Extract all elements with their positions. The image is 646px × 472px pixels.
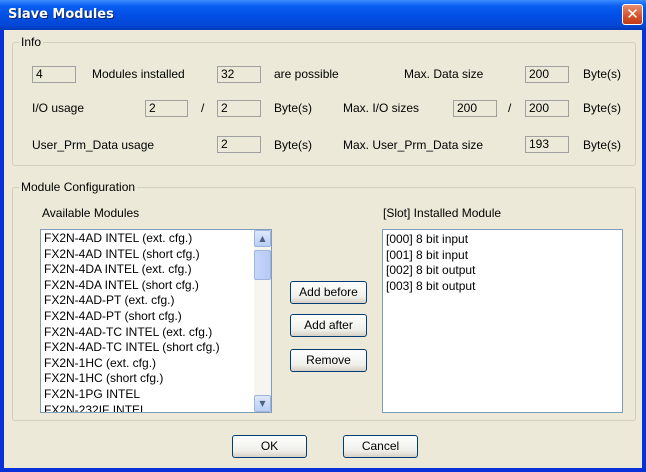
user-prm-data-usage-unit: Byte(s) [274, 138, 313, 152]
available-module-item[interactable]: FX2N-1HC (short cfg.) [42, 371, 253, 387]
modules-installed-label: Modules installed [92, 67, 185, 81]
user-prm-data-usage-field: 2 [217, 136, 261, 153]
available-module-item[interactable]: FX2N-232IF INTEL [42, 403, 253, 412]
io-usage-unit: Byte(s) [274, 101, 313, 115]
available-module-item[interactable]: FX2N-1HC (ext. cfg.) [42, 356, 253, 372]
remove-button[interactable]: Remove [290, 349, 367, 372]
modules-installed-field: 4 [32, 66, 76, 83]
close-button[interactable]: ✕ [622, 4, 643, 25]
io-usage-label: I/O usage [32, 101, 85, 115]
scroll-thumb[interactable] [254, 250, 271, 280]
available-module-item[interactable]: FX2N-4AD-TC INTEL (ext. cfg.) [42, 325, 253, 341]
available-modules-scrollbar[interactable]: ▲ ▼ [254, 230, 271, 412]
max-io-sizes-label: Max. I/O sizes [343, 101, 420, 115]
io-usage-total-field: 2 [217, 100, 261, 117]
available-module-item[interactable]: FX2N-4AD-PT (ext. cfg.) [42, 293, 253, 309]
available-module-item[interactable]: FX2N-4AD INTEL (short cfg.) [42, 247, 253, 263]
available-module-item[interactable]: FX2N-4DA INTEL (ext. cfg.) [42, 262, 253, 278]
max-io-separator: / [508, 101, 512, 115]
user-prm-data-usage-label: User_Prm_Data usage [32, 138, 155, 152]
max-io-size-field-2: 200 [525, 100, 569, 117]
add-before-button[interactable]: Add before [290, 281, 367, 304]
available-module-item[interactable]: FX2N-4AD-TC INTEL (short cfg.) [42, 340, 253, 356]
available-module-item[interactable]: FX2N-4DA INTEL (short cfg.) [42, 278, 253, 294]
possible-field: 32 [217, 66, 261, 83]
window-title: Slave Modules [8, 7, 114, 22]
max-io-size-field-1: 200 [453, 100, 497, 117]
installed-module-item[interactable]: [000] 8 bit input [384, 232, 621, 248]
max-data-size-field: 200 [525, 66, 569, 83]
io-usage-field: 2 [145, 100, 188, 117]
max-user-prm-data-size-field: 193 [525, 136, 569, 153]
max-data-size-unit: Byte(s) [583, 67, 622, 81]
installed-module-label: [Slot] Installed Module [383, 206, 502, 220]
max-io-unit: Byte(s) [583, 101, 622, 115]
available-modules-label: Available Modules [42, 206, 140, 220]
possible-label: are possible [274, 67, 339, 81]
installed-modules-list[interactable]: [000] 8 bit input [001] 8 bit input [002… [382, 229, 623, 413]
installed-modules-items: [000] 8 bit input [001] 8 bit input [002… [384, 232, 621, 294]
available-module-item[interactable]: FX2N-4AD INTEL (ext. cfg.) [42, 231, 253, 247]
available-module-item[interactable]: FX2N-1PG INTEL [42, 387, 253, 403]
title-bar[interactable]: Slave Modules ✕ [0, 0, 646, 30]
available-module-item[interactable]: FX2N-4AD-PT (short cfg.) [42, 309, 253, 325]
max-user-prm-data-size-label: Max. User_Prm_Data size [343, 138, 484, 152]
scroll-up-icon[interactable]: ▲ [254, 230, 271, 247]
dialog-client-area: Info 4 Modules installed 32 are possible… [4, 30, 642, 468]
module-configuration-label: Module Configuration [19, 180, 138, 194]
installed-module-item[interactable]: [002] 8 bit output [384, 263, 621, 279]
slave-modules-dialog: Slave Modules ✕ Info 4 Modules installed… [0, 0, 646, 472]
max-user-prm-data-size-unit: Byte(s) [583, 138, 622, 152]
ok-button[interactable]: OK [232, 435, 307, 458]
add-after-button[interactable]: Add after [290, 314, 367, 337]
max-data-size-label: Max. Data size [404, 67, 484, 81]
installed-module-item[interactable]: [003] 8 bit output [384, 279, 621, 295]
installed-module-item[interactable]: [001] 8 bit input [384, 248, 621, 264]
cancel-button[interactable]: Cancel [343, 435, 418, 458]
scroll-down-icon[interactable]: ▼ [254, 395, 271, 412]
io-usage-separator: / [201, 101, 205, 115]
available-modules-list[interactable]: FX2N-4AD INTEL (ext. cfg.) FX2N-4AD INTE… [40, 229, 272, 413]
available-modules-items: FX2N-4AD INTEL (ext. cfg.) FX2N-4AD INTE… [42, 231, 253, 412]
info-group-label: Info [19, 35, 44, 49]
